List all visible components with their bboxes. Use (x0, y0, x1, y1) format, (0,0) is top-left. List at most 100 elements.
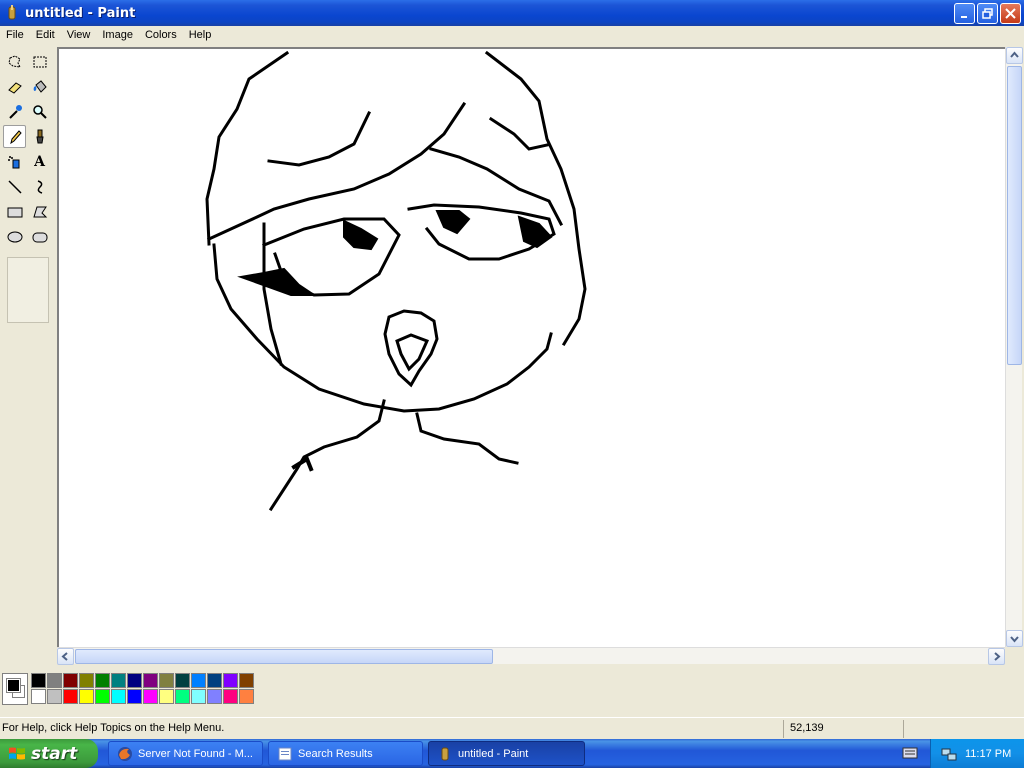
tool-brush[interactable] (28, 125, 51, 148)
close-icon (1005, 8, 1016, 19)
tool-magnifier[interactable] (28, 100, 51, 123)
free-form-select-icon (7, 54, 21, 68)
palette-swatch[interactable] (95, 689, 110, 704)
palette-swatch[interactable] (143, 673, 158, 688)
palette-swatch[interactable] (31, 673, 46, 688)
tool-curve[interactable] (28, 175, 51, 198)
palette-swatch[interactable] (63, 673, 78, 688)
firefox-icon (118, 746, 132, 761)
palette-swatch[interactable] (239, 689, 254, 704)
menu-colors[interactable]: Colors (139, 26, 183, 45)
vertical-scrollbar[interactable] (1005, 47, 1023, 647)
menu-edit[interactable]: Edit (30, 26, 61, 45)
tool-options-panel[interactable] (7, 257, 49, 323)
scroll-up-button[interactable] (1006, 47, 1023, 64)
palette-swatch[interactable] (159, 673, 174, 688)
tool-free-form-select[interactable] (3, 50, 26, 73)
eraser-icon (7, 81, 22, 94)
brush-icon (35, 129, 44, 143)
palette-swatch[interactable] (47, 689, 62, 704)
taskbar-item-label: Search Results (298, 747, 373, 760)
tool-text[interactable]: A (28, 150, 51, 173)
foreground-color (6, 678, 21, 693)
taskbar-item-search-results[interactable]: Search Results (268, 741, 423, 766)
menu-view[interactable]: View (61, 26, 97, 45)
vertical-scroll-thumb[interactable] (1007, 66, 1022, 365)
menu-help[interactable]: Help (183, 26, 218, 45)
menu-file[interactable]: File (0, 26, 30, 45)
palette-swatch[interactable] (143, 689, 158, 704)
tool-fill[interactable] (28, 75, 51, 98)
tool-pencil[interactable] (3, 125, 26, 148)
palette-swatch[interactable] (159, 689, 174, 704)
palette-swatch[interactable] (223, 673, 238, 688)
palette-swatch[interactable] (207, 689, 222, 704)
restore-button[interactable] (977, 3, 998, 24)
horizontal-scroll-thumb[interactable] (75, 649, 493, 664)
arrow-up-icon (1010, 51, 1019, 58)
tool-pick-color[interactable] (3, 100, 26, 123)
rounded-rectangle-icon (32, 232, 47, 242)
airbrush-icon (7, 155, 19, 168)
palette-swatch[interactable] (191, 689, 206, 704)
scroll-right-button[interactable] (988, 648, 1005, 665)
ellipse-icon (7, 231, 22, 242)
start-button[interactable]: start (0, 739, 98, 768)
palette-swatch[interactable] (111, 689, 126, 704)
color-box (0, 666, 1024, 714)
palette-swatch[interactable] (175, 689, 190, 704)
keyboard-icon[interactable] (902, 746, 918, 760)
scrollbar-corner (1005, 647, 1022, 664)
palette-swatch[interactable] (95, 673, 110, 688)
palette-swatch[interactable] (127, 673, 142, 688)
pick-color-icon (8, 104, 22, 119)
arrow-left-icon (61, 652, 68, 661)
status-coordinates: 52,139 (783, 720, 901, 738)
palette-swatch[interactable] (175, 673, 190, 688)
palette-swatch[interactable] (127, 689, 142, 704)
taskbar-item-label: untitled - Paint (458, 747, 529, 760)
taskbar-item-label: Server Not Found - M... (138, 747, 253, 760)
line-icon (7, 179, 22, 194)
palette-swatch[interactable] (79, 673, 94, 688)
title-bar: untitled - Paint (0, 0, 1024, 26)
taskbar-item-firefox[interactable]: Server Not Found - M... (108, 741, 263, 766)
network-icon[interactable] (941, 746, 957, 762)
pencil-icon (9, 129, 22, 144)
palette-swatch[interactable] (239, 673, 254, 688)
minimize-button[interactable] (954, 3, 975, 24)
palette-swatch[interactable] (207, 673, 222, 688)
status-size-panel (903, 720, 1021, 738)
tool-ellipse[interactable] (3, 225, 26, 248)
scroll-down-button[interactable] (1006, 630, 1023, 647)
tool-polygon[interactable] (28, 200, 51, 223)
palette-swatch[interactable] (223, 689, 238, 704)
palette-swatch[interactable] (111, 673, 126, 688)
select-icon (33, 56, 46, 67)
tool-airbrush[interactable] (3, 150, 26, 173)
tool-eraser[interactable] (3, 75, 26, 98)
close-button[interactable] (1000, 3, 1021, 24)
status-bar: For Help, click Help Topics on the Help … (0, 717, 1024, 739)
tool-box: A (0, 45, 56, 665)
horizontal-scrollbar[interactable] (57, 647, 1005, 665)
palette-swatch[interactable] (79, 689, 94, 704)
menu-image[interactable]: Image (96, 26, 139, 45)
fill-icon (33, 79, 47, 93)
palette-swatch[interactable] (63, 689, 78, 704)
palette-swatch[interactable] (191, 673, 206, 688)
text-icon: A (34, 153, 45, 170)
tool-rounded-rectangle[interactable] (28, 225, 51, 248)
palette-swatch[interactable] (31, 689, 46, 704)
palette-swatch[interactable] (47, 673, 62, 688)
system-tray: 11:17 PM (930, 739, 1024, 768)
drawing-canvas[interactable] (57, 47, 1005, 647)
tool-select[interactable] (28, 50, 51, 73)
restore-icon (982, 8, 993, 19)
tool-rectangle[interactable] (3, 200, 26, 223)
tool-line[interactable] (3, 175, 26, 198)
taskbar-item-paint[interactable]: untitled - Paint (428, 741, 585, 766)
polygon-icon (32, 206, 47, 217)
scroll-left-button[interactable] (57, 648, 74, 665)
magnifier-icon (32, 104, 47, 119)
